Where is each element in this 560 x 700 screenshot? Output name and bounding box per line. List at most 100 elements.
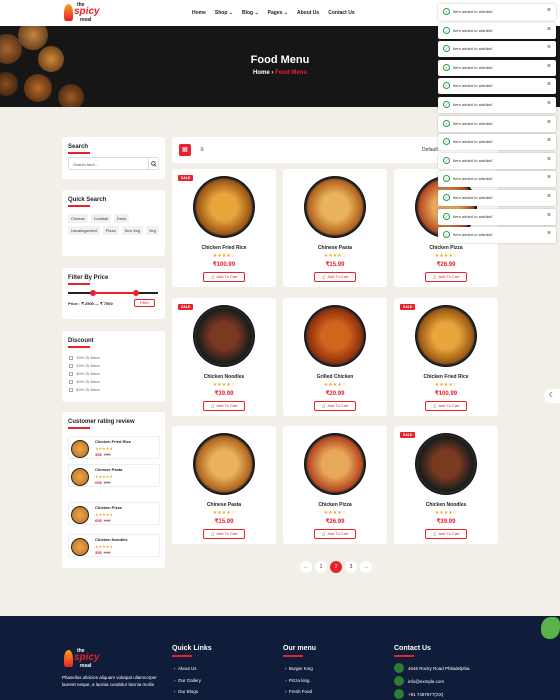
product-card[interactable]: Chinese Pasta ★★★★☆ ₹15.99 🛒 Add To Cart xyxy=(283,169,387,287)
product-image[interactable] xyxy=(304,305,366,367)
contact-phone[interactable]: +91 7487977(XX) xyxy=(408,692,443,697)
product-image[interactable] xyxy=(193,433,255,495)
product-card[interactable]: SALE Chicken Noodles ★★★★☆ ₹39.99 🛒 Add To C… xyxy=(172,298,276,416)
product-card[interactable]: SALE Chicken Fried Rice ★★★★☆ ₹100.99 🛒 Add … xyxy=(394,298,498,416)
next-page-icon[interactable]: → xyxy=(360,561,372,573)
close-icon[interactable]: × xyxy=(547,174,551,181)
filter-button[interactable]: Filter xyxy=(134,299,155,307)
product-name[interactable]: Grilled Chicken xyxy=(283,374,387,380)
tag-drink[interactable]: Drink xyxy=(114,214,130,223)
close-icon[interactable]: × xyxy=(547,63,551,70)
product-image[interactable] xyxy=(304,433,366,495)
close-icon[interactable]: × xyxy=(547,100,551,107)
product-card[interactable]: Chinese Pasta ★★★★☆ ₹15.99 🛒 Add To Cart xyxy=(172,426,276,544)
review-item[interactable]: Chicken Noodles ★★★★★ 35$ 23$ xyxy=(68,534,160,557)
discount-option[interactable]: 10% Or More xyxy=(69,354,100,362)
discount-option[interactable]: 40% Or More xyxy=(69,378,100,386)
footer-link[interactable]: › Fresh Food xyxy=(285,689,312,694)
prev-page-icon[interactable]: ← xyxy=(300,561,312,573)
search-input[interactable]: Search here... xyxy=(68,157,159,170)
add-to-cart-button[interactable]: 🛒 Add To Cart xyxy=(425,272,467,282)
discount-option[interactable]: 50% Or More xyxy=(69,386,100,394)
nav-shop[interactable]: Shop ⌄ xyxy=(215,10,233,16)
price-range-slider[interactable] xyxy=(68,290,158,296)
product-image[interactable] xyxy=(193,305,255,367)
footer-link[interactable]: › Pizza king xyxy=(285,678,310,683)
review-item[interactable]: Chinese Pasta ★★★★★ 65$ 25$ xyxy=(68,464,160,487)
close-icon[interactable]: × xyxy=(547,212,551,219)
checkbox[interactable] xyxy=(69,372,73,376)
checkbox[interactable] xyxy=(69,356,73,360)
tag-veg[interactable]: Veg xyxy=(145,226,159,235)
add-to-cart-button[interactable]: 🛒 Add To Cart xyxy=(314,272,356,282)
tag-non-veg[interactable]: Non Veg xyxy=(121,226,143,235)
review-item[interactable]: Chicken Pizza ★★★★★ 65$ 25$ xyxy=(68,502,160,525)
product-card[interactable]: Grilled Chicken ★★★★☆ ₹20.99 🛒 Add To Cart xyxy=(283,298,387,416)
product-image[interactable] xyxy=(415,305,477,367)
add-to-cart-button[interactable]: 🛒 Add To Cart xyxy=(314,401,356,411)
product-name[interactable]: Chicken Fried Rice xyxy=(394,374,498,380)
nav-blog[interactable]: Blog ⌄ xyxy=(242,10,259,16)
product-name[interactable]: Chicken Noodles xyxy=(172,374,276,380)
product-name[interactable]: Chicken Noodles xyxy=(394,502,498,508)
close-icon[interactable]: × xyxy=(547,156,551,163)
checkbox[interactable] xyxy=(69,380,73,384)
product-name[interactable]: Chicken Fried Rice xyxy=(172,245,276,251)
checkbox[interactable] xyxy=(69,364,73,368)
close-icon[interactable]: × xyxy=(547,81,551,88)
footer-link[interactable]: › Burger King xyxy=(285,666,313,671)
page-3[interactable]: 3 xyxy=(345,561,357,573)
nav-pages[interactable]: Pages ⌄ xyxy=(268,10,288,16)
product-image[interactable] xyxy=(415,433,477,495)
close-icon[interactable]: × xyxy=(547,230,551,237)
discount-option[interactable]: 30% Or More xyxy=(69,370,100,378)
add-to-cart-button[interactable]: 🛒 Add To Cart xyxy=(203,401,245,411)
page-1[interactable]: 1 xyxy=(315,561,327,573)
close-icon[interactable]: × xyxy=(547,26,551,33)
product-name[interactable]: Chicken Pizza xyxy=(394,245,498,251)
footer-link[interactable]: › About Us xyxy=(174,666,197,671)
tag-cheese[interactable]: Cheese xyxy=(68,214,88,223)
nav-about[interactable]: About Us xyxy=(297,10,319,16)
product-name[interactable]: Chinese Pasta xyxy=(172,502,276,508)
nav-home[interactable]: Home xyxy=(192,10,206,16)
close-icon[interactable]: × xyxy=(547,193,551,200)
review-item[interactable]: Chicken Fried Rice ★★★★★ 35$ 23$ xyxy=(68,436,160,459)
dark-mode-toggle[interactable]: ☾ xyxy=(544,389,560,403)
add-to-cart-button[interactable]: 🛒 Add To Cart xyxy=(203,529,245,539)
sort-select[interactable]: Default xyxy=(422,147,438,153)
tag-pizza[interactable]: Pizza xyxy=(102,226,119,235)
add-to-cart-button[interactable]: 🛒 Add To Cart xyxy=(203,272,245,282)
price-max-handle[interactable] xyxy=(133,290,139,296)
footer-link[interactable]: › Our Blogs xyxy=(174,689,198,694)
footer-logo[interactable]: the spicy meal xyxy=(60,648,100,670)
product-card[interactable]: SALE Chicken Noodles ★★★★☆ ₹39.99 🛒 Add To C… xyxy=(394,426,498,544)
product-card[interactable]: Chicken Pizza ★★★★☆ ₹26.99 🛒 Add To Cart xyxy=(283,426,387,544)
product-name[interactable]: Chinese Pasta xyxy=(283,245,387,251)
footer-link[interactable]: › Our Gallery xyxy=(174,678,201,683)
search-button[interactable] xyxy=(148,158,158,169)
tag-uncategorized[interactable]: Uncategorized xyxy=(68,226,100,235)
page-2[interactable]: 2 xyxy=(330,561,342,573)
nav-contact[interactable]: Contact Us xyxy=(328,10,354,16)
price-min-handle[interactable] xyxy=(90,290,96,296)
product-image[interactable] xyxy=(193,176,255,238)
close-icon[interactable]: × xyxy=(547,7,551,14)
logo[interactable]: the spicy meal xyxy=(60,2,100,24)
add-to-cart-button[interactable]: 🛒 Add To Cart xyxy=(425,401,467,411)
close-icon[interactable]: × xyxy=(547,119,551,126)
product-name[interactable]: Chicken Pizza xyxy=(283,502,387,508)
add-to-cart-button[interactable]: 🛒 Add To Cart xyxy=(314,529,356,539)
list-view-icon[interactable]: ≡ xyxy=(196,144,208,156)
checkbox[interactable] xyxy=(69,388,73,392)
contact-email[interactable]: info@exmple.com xyxy=(408,679,444,684)
close-icon[interactable]: × xyxy=(547,44,551,51)
close-icon[interactable]: × xyxy=(547,137,551,144)
discount-option[interactable]: 20% Or More xyxy=(69,362,100,370)
product-image[interactable] xyxy=(304,176,366,238)
add-to-cart-button[interactable]: 🛒 Add To Cart xyxy=(425,529,467,539)
tag-cocktail[interactable]: Cocktail xyxy=(90,214,112,223)
breadcrumb-home[interactable]: Home xyxy=(253,70,270,76)
product-card[interactable]: SALE Chicken Fried Rice ★★★★☆ ₹100.99 🛒 Add … xyxy=(172,169,276,287)
grid-view-icon[interactable]: ▦ xyxy=(179,144,191,156)
